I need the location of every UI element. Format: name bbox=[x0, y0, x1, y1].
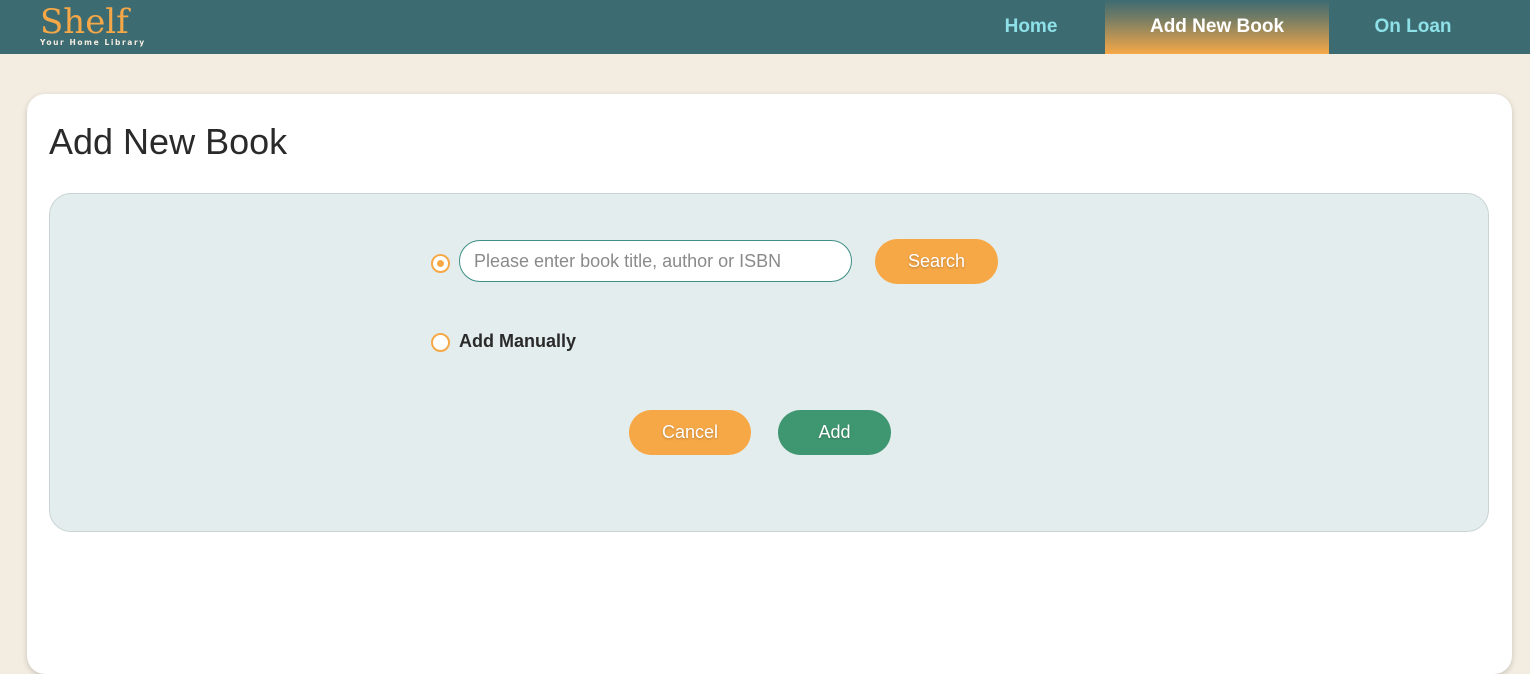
logo-tagline: Your Home Library bbox=[40, 38, 146, 47]
book-search-input[interactable] bbox=[459, 240, 852, 282]
manual-mode-radio[interactable] bbox=[431, 333, 450, 352]
logo-wordmark: Shelf bbox=[40, 2, 129, 42]
add-manually-label[interactable]: Add Manually bbox=[459, 331, 576, 352]
search-mode-radio[interactable] bbox=[431, 254, 450, 273]
page-title: Add New Book bbox=[49, 121, 288, 162]
top-navbar: Shelf Your Home Library Home Add New Boo… bbox=[0, 0, 1530, 54]
shelf-logo[interactable]: Shelf Your Home Library bbox=[40, 3, 150, 49]
add-button[interactable]: Add bbox=[778, 410, 891, 455]
add-book-form-panel: Search Add Manually Cancel Add bbox=[49, 193, 1489, 532]
search-button[interactable]: Search bbox=[875, 239, 998, 284]
nav-home-link[interactable]: Home bbox=[978, 0, 1084, 54]
nav-on-loan-link[interactable]: On Loan bbox=[1346, 0, 1480, 54]
cancel-button[interactable]: Cancel bbox=[629, 410, 751, 455]
main-card: Add New Book Search Add Manually Cancel … bbox=[27, 94, 1512, 674]
nav-add-new-book-link[interactable]: Add New Book bbox=[1105, 0, 1329, 54]
